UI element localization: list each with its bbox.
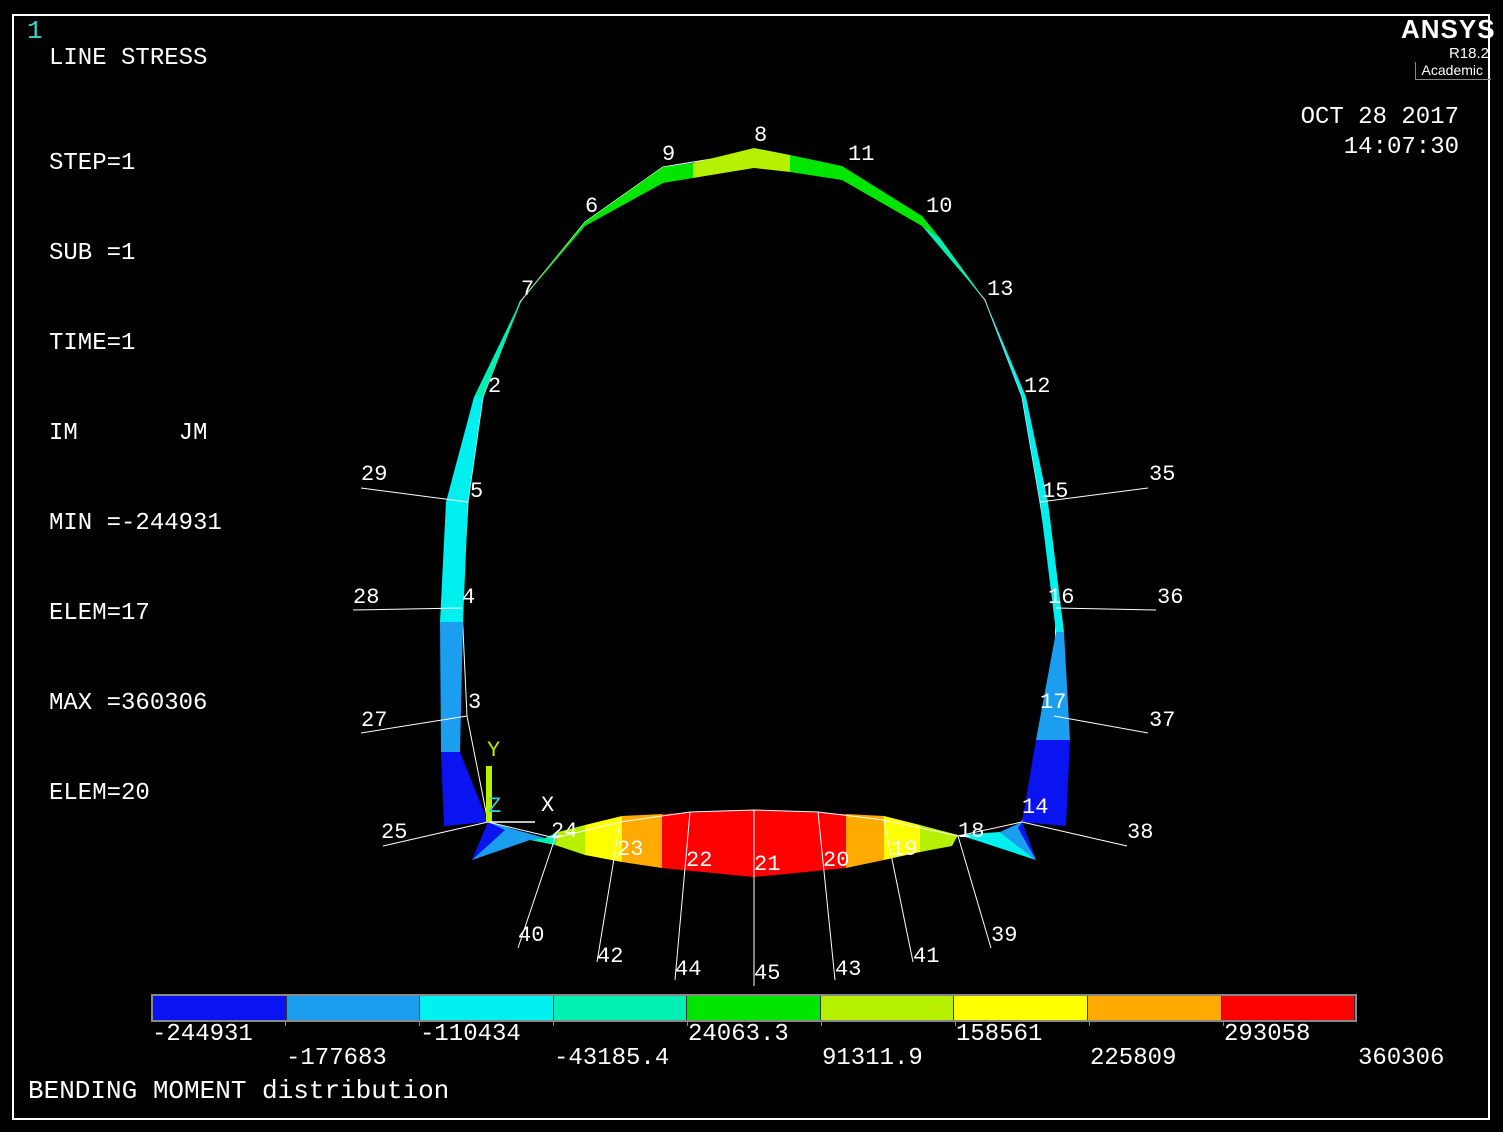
moment-band-right-arch [790,155,940,238]
support-lines [352,487,1157,986]
legend-swatch [420,996,554,1020]
node-label: 41 [913,944,939,969]
node-label: 11 [848,142,874,167]
node-label: 29 [361,462,387,487]
legend-value: -43185.4 [554,1045,670,1072]
node-label: 42 [597,944,623,969]
node-label: 37 [1149,708,1175,733]
contour-legend-bar [151,994,1357,1022]
node-label: 40 [518,923,544,948]
node-label: 23 [617,837,643,862]
node-label: 17 [1040,690,1066,715]
legend-value: -244931 [152,1021,253,1048]
moment-band-right-lower [1040,502,1064,632]
axis-x-label: X [541,793,554,818]
legend-value: 293058 [1224,1021,1311,1048]
legend-value: 360306 [1358,1045,1445,1072]
node-label: 9 [662,142,675,167]
node-label: 7 [521,277,534,302]
legend-swatch [820,996,955,1020]
node-label: 5 [470,479,483,504]
legend-swatch [553,996,688,1020]
legend-tick [1089,1020,1090,1026]
legend-value: 158561 [956,1021,1043,1048]
bending-moment-diagram: Y Z X 8 9 11 6 10 7 13 2 12 29 5 15 35 2… [352,123,1183,986]
legend-swatch [954,996,1088,1020]
node-label: 4 [462,585,475,610]
node-label: 21 [754,852,780,877]
moment-band-right-shoulder [922,226,1026,397]
moment-band-left-mid [440,622,463,752]
node-label: 15 [1042,479,1068,504]
moment-band-right-mid [1036,632,1070,740]
legend-value: 91311.9 [822,1045,923,1072]
plot-caption: BENDING MOMENT distribution [28,1076,450,1106]
node-label: 27 [361,708,387,733]
legend-tick [553,1020,554,1026]
node-label: 13 [987,277,1013,302]
axis-triad: Y Z X [486,738,554,823]
node-label: 2 [488,374,501,399]
moment-band-crown [693,148,790,178]
moment-band-invert-r3 [846,814,884,868]
node-label: 18 [958,819,984,844]
legend-value: 24063.3 [688,1021,789,1048]
legend-swatch [1087,996,1222,1020]
structure-outline [461,151,1057,823]
node-label: 10 [926,194,952,219]
node-label: 3 [468,690,481,715]
node-label: 24 [551,819,577,844]
node-label: 20 [823,848,849,873]
legend-value: 225809 [1090,1045,1177,1072]
node-label: 8 [754,123,767,148]
node-label: 16 [1048,585,1074,610]
moment-band-right-upper [985,300,1048,502]
axis-z-label: Z [488,794,501,819]
legend-value: -110434 [420,1021,521,1048]
node-label: 43 [835,957,861,982]
legend-value: -177683 [286,1045,387,1072]
moment-band-left-bottom [441,752,488,826]
legend-swatch [687,996,821,1020]
legend-swatch [286,996,421,1020]
legend-swatch [1221,996,1356,1020]
legend-tick [821,1020,822,1026]
axis-y-label: Y [487,738,500,763]
legend-swatch [153,996,287,1020]
node-label: 38 [1127,820,1153,845]
node-label: 45 [754,961,780,986]
legend-tick [285,1020,286,1026]
node-label: 6 [585,194,598,219]
moment-band-left-arch [520,167,663,302]
node-label: 12 [1024,374,1050,399]
node-label: 14 [1022,795,1048,820]
node-label: 36 [1157,585,1183,610]
node-label: 28 [353,585,379,610]
node-label: 19 [891,837,917,862]
node-label: 44 [675,957,701,982]
node-label: 25 [381,820,407,845]
node-label: 39 [991,923,1017,948]
node-label: 35 [1149,462,1175,487]
node-label: 22 [686,848,712,873]
